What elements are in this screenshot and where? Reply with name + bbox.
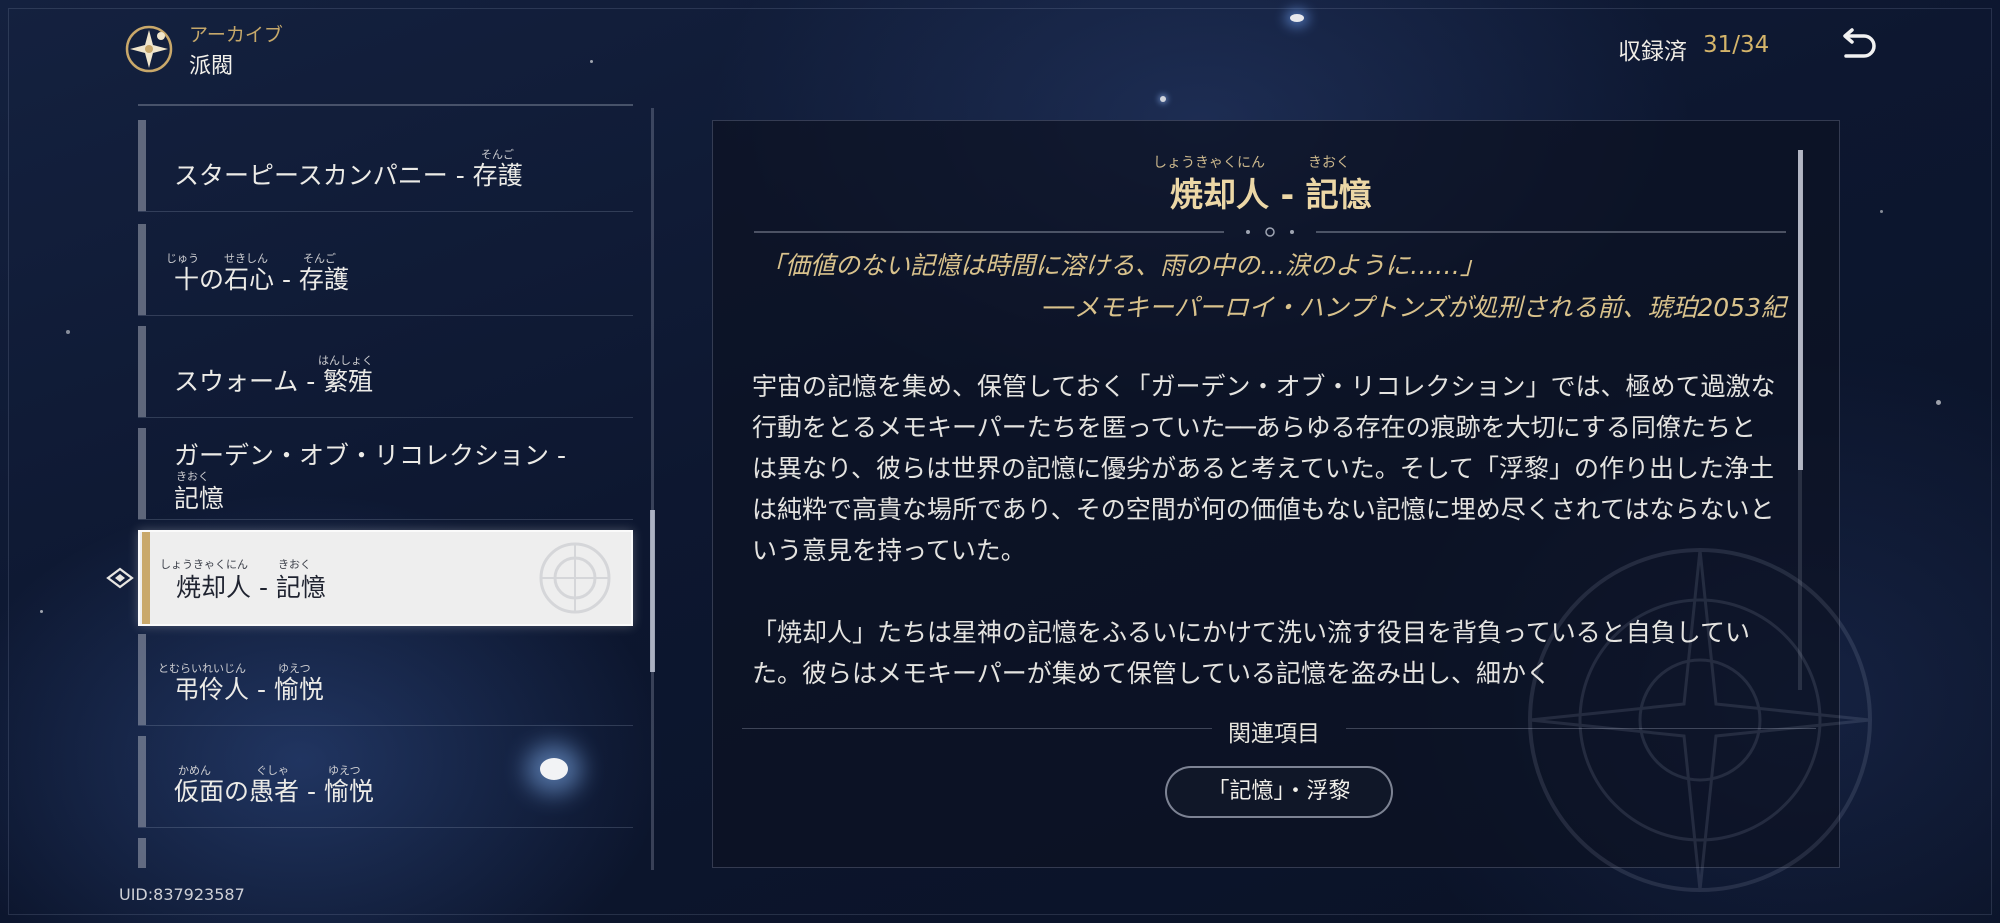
list-item-label: 記憶 bbox=[174, 484, 225, 513]
back-arrow-icon[interactable] bbox=[1838, 26, 1878, 66]
related-divider bbox=[742, 728, 1212, 729]
star-decoration bbox=[1290, 14, 1304, 22]
collected-label: 収録済 bbox=[1618, 39, 1687, 65]
list-item-swarm[interactable]: はんしょく スウォーム - 繁殖 bbox=[138, 326, 633, 418]
star-decoration bbox=[1880, 210, 1883, 213]
list-item-marker bbox=[138, 736, 146, 827]
header-subtitle: アーカイブ bbox=[189, 24, 283, 46]
star-decoration bbox=[590, 60, 593, 63]
related-divider bbox=[1346, 728, 1816, 729]
star-decoration bbox=[66, 330, 70, 334]
selection-cursor-icon bbox=[106, 567, 134, 589]
list-item-incinerators[interactable]: しょうきゃくにん きおく 焼却人 - 記憶 bbox=[138, 530, 633, 626]
star-decoration bbox=[40, 610, 43, 613]
list-item-label: スターピースカンパニー - 存護 bbox=[174, 161, 523, 190]
collected-count: 31/34 bbox=[1703, 32, 1770, 58]
star-decoration bbox=[1936, 400, 1941, 405]
list-item-marker bbox=[138, 838, 146, 868]
list-item-marker bbox=[138, 224, 146, 315]
related-items-label: 関連項目 bbox=[1228, 721, 1320, 747]
list-item-label: 弔伶人 - 愉悦 bbox=[174, 675, 324, 704]
list-item-masked-fools[interactable]: かめん ぐしゃ ゆえつ 仮面の愚者 - 愉悦 bbox=[138, 736, 633, 828]
detail-scrollbar-thumb[interactable] bbox=[1798, 150, 1803, 470]
description-paragraph: 「焼却人」たちは星神の記憶をふるいにかけて洗い流す役目を背負っていると自負してい… bbox=[752, 618, 1751, 688]
archive-emblem-icon bbox=[125, 25, 173, 73]
list-item-label: 焼却人 - 記憶 bbox=[176, 573, 326, 602]
list-item-label: ガーデン・オブ・リコレクション - bbox=[174, 441, 566, 470]
list-item-marker bbox=[138, 428, 146, 519]
star-decoration bbox=[1160, 96, 1166, 102]
list-scrollbar-thumb[interactable] bbox=[650, 510, 655, 672]
list-item-label: スウォーム - 繁殖 bbox=[174, 367, 374, 396]
list-item-starpeace-company[interactable]: そんご スターピースカンパニー - 存護 bbox=[138, 120, 633, 212]
list-top-divider bbox=[138, 104, 633, 106]
compass-watermark-icon bbox=[1528, 548, 1872, 892]
quote-line: 「価値のない記憶は時間に溶ける、雨の中の…涙のように……」 bbox=[760, 251, 1486, 280]
description-paragraph: 宇宙の記憶を集め、保管しておく「ガーデン・オブ・リコレクション」では、極めて過激… bbox=[752, 372, 1776, 565]
list-item-garden-of-recollection[interactable]: ガーデン・オブ・リコレクション - きおく 記憶 bbox=[138, 428, 633, 520]
detail-title: 焼却人 - 記憶 bbox=[1170, 175, 1372, 214]
list-item-marker bbox=[138, 634, 146, 725]
list-item-mourning-actors[interactable]: とむらいれいじん ゆえつ 弔伶人 - 愉悦 bbox=[138, 634, 633, 726]
page-title: 派閥 bbox=[189, 54, 234, 79]
quote-attribution: ──メモキーパーロイ・ハンプトンズが処刑される前、琥珀2053紀 bbox=[1043, 293, 1786, 322]
list-scrollbar[interactable] bbox=[651, 108, 654, 870]
list-item-marker bbox=[142, 532, 150, 624]
title-divider-ornament bbox=[754, 227, 1786, 237]
list-item-label: 仮面の愚者 - 愉悦 bbox=[174, 777, 374, 806]
list-item-marker bbox=[138, 326, 146, 417]
list-item-marker bbox=[138, 120, 146, 211]
list-item-ten-stonehearts[interactable]: じゅう せきしん そんご 十の石心 - 存護 bbox=[138, 224, 633, 316]
list-item-partial[interactable] bbox=[138, 838, 633, 868]
list-item-label: 十の石心 - 存護 bbox=[174, 265, 349, 294]
user-id: UID:837923587 bbox=[119, 885, 245, 904]
emblem-watermark-icon bbox=[539, 542, 611, 614]
related-item-button[interactable]: 「記憶」・浮黎 bbox=[1165, 766, 1393, 818]
